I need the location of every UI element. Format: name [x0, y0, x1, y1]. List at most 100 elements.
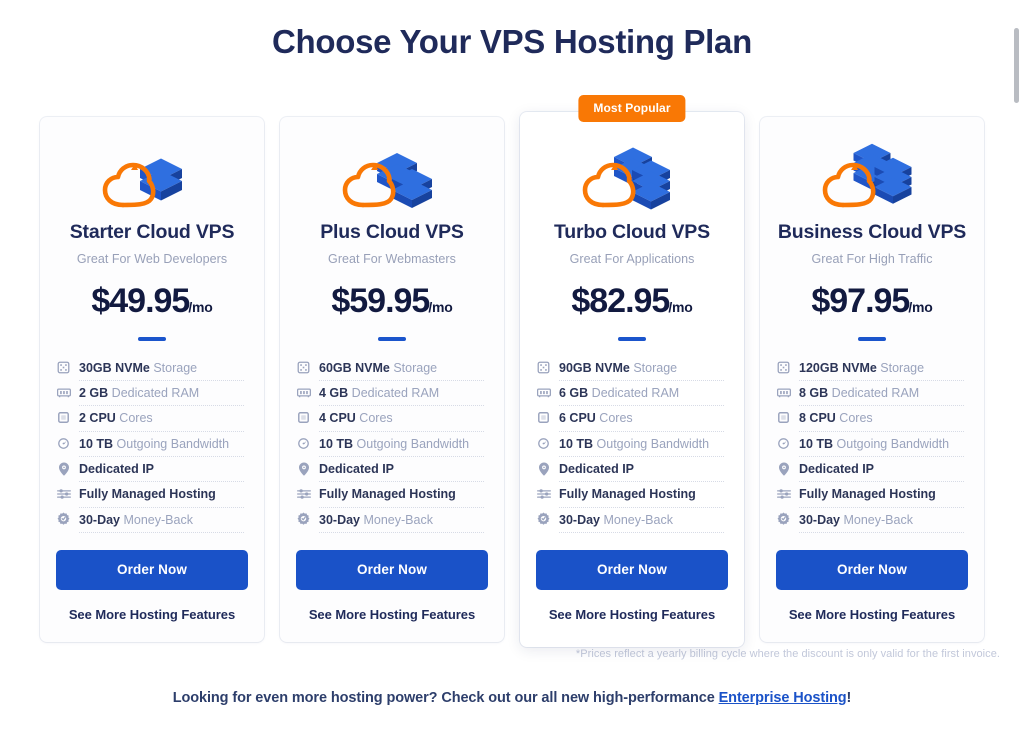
- feature-label: Dedicated RAM: [588, 385, 680, 400]
- order-now-button[interactable]: Order Now: [776, 550, 968, 591]
- gauge-icon: [56, 436, 71, 451]
- feature-value: Dedicated IP: [319, 462, 395, 476]
- order-now-button[interactable]: Order Now: [536, 550, 728, 591]
- page-scrollbar-thumb[interactable]: [1014, 28, 1019, 103]
- cpu-icon: [776, 410, 791, 425]
- ram-icon: [56, 385, 71, 400]
- feature-item: 2 GB Dedicated RAM: [56, 386, 248, 410]
- plan-price: $97.95/mo: [776, 282, 968, 321]
- feature-text: 30-Day Money-Back: [319, 513, 488, 527]
- pricing-page: Choose Your VPS Hosting Plan Starter Clo…: [0, 0, 1024, 733]
- plan-price-amount: $97.95: [811, 282, 910, 320]
- feature-item: 30GB NVMe Storage: [56, 361, 248, 385]
- feature-label: Cores: [355, 411, 393, 426]
- plan-price-amount: $49.95: [91, 282, 190, 320]
- feature-label: Outgoing Bandwidth: [353, 436, 470, 451]
- feature-divider: [79, 506, 244, 508]
- see-more-features-link[interactable]: See More Hosting Features: [776, 607, 968, 622]
- pricing-footnote: *Prices reflect a yearly billing cycle w…: [575, 648, 1000, 660]
- ram-icon: [776, 385, 791, 400]
- feature-item: Dedicated IP: [56, 461, 248, 486]
- feature-item: 10 TB Outgoing Bandwidth: [56, 437, 248, 461]
- feature-label: Storage: [876, 360, 925, 375]
- feature-value: 6 CPU: [559, 411, 596, 426]
- see-more-features-link[interactable]: See More Hosting Features: [56, 607, 248, 622]
- feature-text: 6 GB Dedicated RAM: [559, 386, 728, 400]
- feature-value: Dedicated IP: [799, 462, 875, 476]
- plan-price-period: /mo: [908, 299, 933, 315]
- feature-item: 8 GB Dedicated RAM: [776, 386, 968, 410]
- order-now-button[interactable]: Order Now: [56, 550, 248, 591]
- storage-icon: [56, 360, 71, 375]
- storage-icon: [296, 360, 311, 375]
- storage-icon: [776, 360, 791, 375]
- feature-label: Money-Back: [360, 512, 433, 527]
- see-more-features-link[interactable]: See More Hosting Features: [536, 607, 728, 622]
- order-now-button[interactable]: Order Now: [296, 550, 488, 591]
- feature-item: Fully Managed Hosting: [296, 487, 488, 511]
- feature-divider: [319, 405, 484, 407]
- feature-label: Dedicated RAM: [828, 385, 920, 400]
- sliders-icon: [56, 486, 71, 501]
- feature-text: 4 GB Dedicated RAM: [319, 386, 488, 400]
- feature-text: 30GB NVMe Storage: [79, 361, 248, 375]
- feature-list: 120GB NVMe Storage 8 GB Dedicated RAM 8 CP…: [776, 361, 968, 538]
- feature-divider: [799, 430, 964, 432]
- cloud-server-triple-icon: [536, 139, 728, 215]
- pricing-card: Starter Cloud VPS Great For Web Developer…: [40, 117, 264, 643]
- most-popular-badge: Most Popular: [578, 95, 686, 122]
- price-divider: [138, 337, 166, 341]
- ram-icon: [536, 385, 551, 400]
- feature-value: 10 TB: [799, 436, 834, 451]
- feature-item: 30-Day Money-Back: [296, 512, 488, 537]
- feature-item: 6 GB Dedicated RAM: [536, 386, 728, 410]
- feature-text: 8 GB Dedicated RAM: [799, 386, 968, 400]
- feature-item: 8 CPU Cores: [776, 411, 968, 435]
- feature-text: Dedicated IP: [559, 462, 728, 476]
- feature-item: 30-Day Money-Back: [56, 512, 248, 537]
- shield-gear-icon: [56, 512, 71, 527]
- feature-text: Dedicated IP: [79, 462, 248, 476]
- feature-text: Fully Managed Hosting: [559, 487, 728, 501]
- feature-divider: [319, 506, 484, 508]
- feature-divider: [799, 379, 964, 381]
- feature-text: 60GB NVMe Storage: [319, 361, 488, 375]
- pricing-cards-row: Starter Cloud VPS Great For Web Developer…: [40, 95, 984, 648]
- feature-divider: [559, 481, 724, 483]
- page-scrollbar[interactable]: [1009, 0, 1024, 733]
- feature-divider: [559, 379, 724, 381]
- pricing-card: Most Popular Turbo Cloud VPS Great For App…: [520, 95, 744, 648]
- feature-value: Dedicated IP: [79, 462, 155, 476]
- plan-name: Turbo Cloud VPS: [554, 221, 710, 243]
- feature-divider: [559, 506, 724, 508]
- feature-divider: [319, 532, 484, 534]
- pricing-card: Business Cloud VPS Great For High Traffic…: [760, 117, 984, 643]
- feature-label: Outgoing Bandwidth: [833, 436, 950, 451]
- feature-value: 2 CPU: [79, 411, 116, 426]
- enterprise-hosting-link[interactable]: Enterprise Hosting: [719, 690, 847, 706]
- feature-divider: [559, 405, 724, 407]
- feature-item: 10 TB Outgoing Bandwidth: [536, 437, 728, 461]
- feature-divider: [319, 481, 484, 483]
- feature-text: 10 TB Outgoing Bandwidth: [799, 437, 968, 451]
- feature-value: 90GB NVMe: [559, 360, 630, 375]
- plan-price-period: /mo: [188, 299, 213, 315]
- gauge-icon: [296, 436, 311, 451]
- feature-value: Fully Managed Hosting: [559, 487, 696, 502]
- feature-value: 10 TB: [79, 436, 114, 451]
- enterprise-banner-text-after: !: [846, 690, 852, 706]
- feature-text: 8 CPU Cores: [799, 411, 968, 425]
- feature-value: Dedicated IP: [559, 462, 635, 476]
- feature-divider: [559, 430, 724, 432]
- feature-value: Fully Managed Hosting: [79, 487, 216, 502]
- plan-name: Plus Cloud VPS: [320, 221, 464, 243]
- plan-price: $49.95/mo: [56, 282, 248, 321]
- feature-divider: [79, 532, 244, 534]
- see-more-features-link[interactable]: See More Hosting Features: [296, 607, 488, 622]
- feature-value: Fully Managed Hosting: [319, 487, 456, 502]
- feature-value: 30-Day: [559, 512, 600, 527]
- feature-divider: [799, 456, 964, 457]
- feature-label: Outgoing Bandwidth: [593, 436, 710, 451]
- feature-value: 4 CPU: [319, 411, 356, 426]
- feature-item: Fully Managed Hosting: [536, 487, 728, 511]
